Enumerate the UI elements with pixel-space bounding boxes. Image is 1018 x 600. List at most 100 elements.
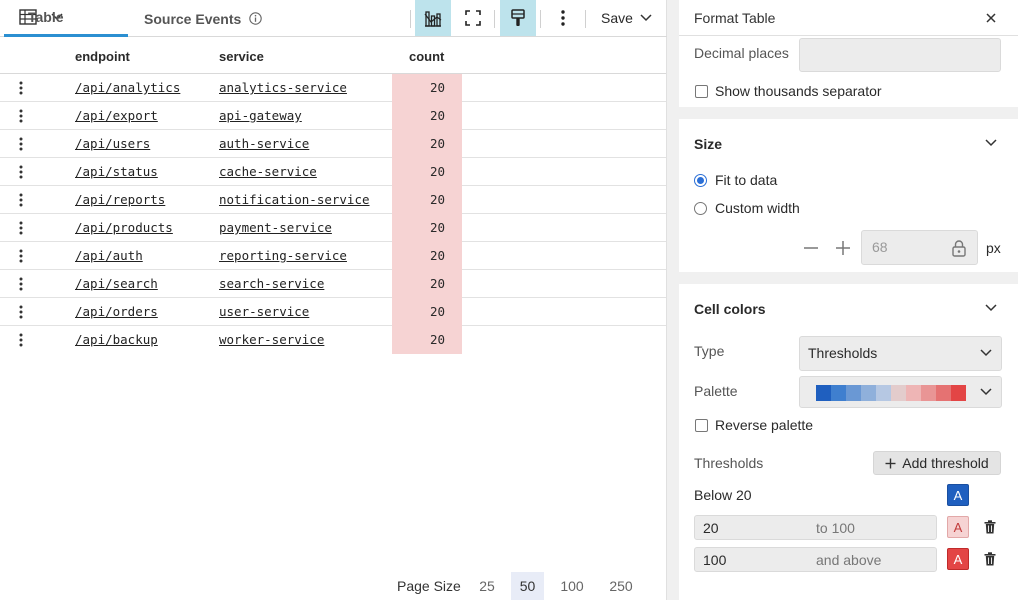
palette-color-chip: [921, 385, 936, 401]
threshold-color-swatch[interactable]: A: [947, 484, 969, 506]
endpoint-link[interactable]: /api/backup: [75, 332, 158, 347]
add-threshold-label: Add threshold: [902, 455, 989, 471]
page-size-option[interactable]: 100: [554, 572, 590, 600]
threshold-input[interactable]: 100 and above: [694, 547, 937, 572]
palette-swatches: [816, 385, 966, 401]
endpoint-link[interactable]: /api/status: [75, 164, 158, 179]
service-link[interactable]: notification-service: [219, 192, 370, 207]
endpoint-link[interactable]: /api/analytics: [75, 80, 180, 95]
tab-table-label: Table: [28, 9, 64, 25]
column-header-endpoint[interactable]: endpoint: [75, 49, 130, 64]
endpoint-link[interactable]: /api/users: [75, 136, 150, 151]
row-menu-icon[interactable]: [15, 248, 27, 264]
service-link[interactable]: api-gateway: [219, 108, 302, 123]
endpoint-link[interactable]: /api/orders: [75, 304, 158, 319]
row-menu-icon[interactable]: [15, 304, 27, 320]
info-icon[interactable]: [249, 12, 263, 25]
format-button[interactable]: [500, 0, 536, 36]
more-options-button[interactable]: [545, 0, 581, 36]
endpoint-link[interactable]: /api/reports: [75, 192, 165, 207]
row-menu-icon[interactable]: [15, 108, 27, 124]
threshold-to-text: and above: [816, 552, 882, 568]
count-cell: 20: [392, 158, 462, 186]
column-header-service[interactable]: service: [219, 49, 264, 64]
custom-width-radio[interactable]: [694, 202, 707, 215]
tab-table[interactable]: Table: [4, 0, 128, 37]
row-menu-icon[interactable]: [15, 136, 27, 152]
chevron-down-icon: [640, 14, 652, 22]
add-threshold-button[interactable]: Add threshold: [873, 451, 1001, 475]
service-link[interactable]: reporting-service: [219, 248, 347, 263]
thresholds-label: Thresholds: [694, 455, 764, 471]
plus-icon[interactable]: [835, 240, 851, 256]
table-row: /api/orders user-service 20: [0, 298, 666, 326]
table-row: /api/export api-gateway 20: [0, 102, 666, 130]
threshold-color-swatch[interactable]: A: [947, 548, 969, 570]
page-size-option[interactable]: 25: [473, 572, 501, 600]
page-size-option-selected[interactable]: 50: [511, 572, 544, 600]
palette-color-chip: [861, 385, 876, 401]
chevron-down-icon[interactable]: [985, 304, 997, 316]
threshold-from-value: 20: [703, 520, 719, 536]
lock-icon[interactable]: [951, 239, 967, 257]
row-menu-icon[interactable]: [15, 164, 27, 180]
fullscreen-button[interactable]: [455, 0, 491, 36]
endpoint-link[interactable]: /api/export: [75, 108, 158, 123]
page-size-option[interactable]: 250: [602, 572, 640, 600]
type-select-value: Thresholds: [808, 345, 878, 361]
chevron-down-icon[interactable]: [985, 139, 997, 151]
service-link[interactable]: user-service: [219, 304, 309, 319]
service-link[interactable]: search-service: [219, 276, 324, 291]
save-button[interactable]: Save: [601, 0, 652, 36]
endpoint-link[interactable]: /api/search: [75, 276, 158, 291]
count-cell: 20: [392, 74, 462, 102]
decimal-places-input[interactable]: [799, 38, 1001, 72]
service-link[interactable]: payment-service: [219, 220, 332, 235]
minus-icon[interactable]: [803, 240, 819, 256]
reverse-palette-checkbox[interactable]: [695, 419, 708, 432]
trash-icon[interactable]: [984, 552, 998, 566]
thousands-separator-checkbox[interactable]: [695, 85, 708, 98]
row-menu-icon[interactable]: [15, 276, 27, 292]
section-divider: [679, 272, 1018, 284]
palette-color-chip: [876, 385, 891, 401]
cell-colors-section-title[interactable]: Cell colors: [694, 301, 766, 317]
count-cell: 20: [392, 298, 462, 326]
size-section-title[interactable]: Size: [694, 136, 722, 152]
table-row: /api/reports notification-service 20: [0, 186, 666, 214]
threshold-input[interactable]: 20 to 100: [694, 515, 937, 540]
service-link[interactable]: cache-service: [219, 164, 317, 179]
format-panel-title: Format Table: [694, 10, 776, 26]
service-link[interactable]: auth-service: [219, 136, 309, 151]
close-icon[interactable]: [984, 11, 998, 25]
pagination: Page Size 25 50 100 250: [0, 572, 666, 600]
row-menu-icon[interactable]: [15, 192, 27, 208]
tab-source-events[interactable]: Source Events: [144, 0, 263, 37]
type-select[interactable]: Thresholds: [799, 336, 1002, 371]
toolbar-divider: [585, 10, 586, 28]
palette-color-chip: [891, 385, 906, 401]
row-menu-icon[interactable]: [15, 332, 27, 348]
fit-to-data-radio[interactable]: [694, 174, 707, 187]
palette-color-chip: [846, 385, 861, 401]
service-link[interactable]: worker-service: [219, 332, 324, 347]
custom-width-label: Custom width: [715, 200, 800, 216]
table-row: /api/products payment-service 20: [0, 214, 666, 242]
format-panel-header: Format Table: [679, 0, 1018, 36]
paint-brush-icon: [510, 9, 526, 27]
row-menu-icon[interactable]: [15, 220, 27, 236]
chevron-down-icon: [980, 349, 992, 357]
count-cell: 20: [392, 130, 462, 158]
trash-icon[interactable]: [984, 520, 998, 534]
threshold-below-label: Below 20: [694, 487, 752, 503]
endpoint-link[interactable]: /api/auth: [75, 248, 143, 263]
chart-type-button[interactable]: [415, 0, 451, 36]
row-menu-icon[interactable]: [15, 80, 27, 96]
service-link[interactable]: analytics-service: [219, 80, 347, 95]
count-cell: 20: [392, 214, 462, 242]
endpoint-link[interactable]: /api/products: [75, 220, 173, 235]
palette-select[interactable]: [799, 376, 1002, 408]
width-input[interactable]: 68: [861, 230, 978, 265]
threshold-color-swatch[interactable]: A: [947, 516, 969, 538]
column-header-count[interactable]: count: [409, 49, 444, 64]
